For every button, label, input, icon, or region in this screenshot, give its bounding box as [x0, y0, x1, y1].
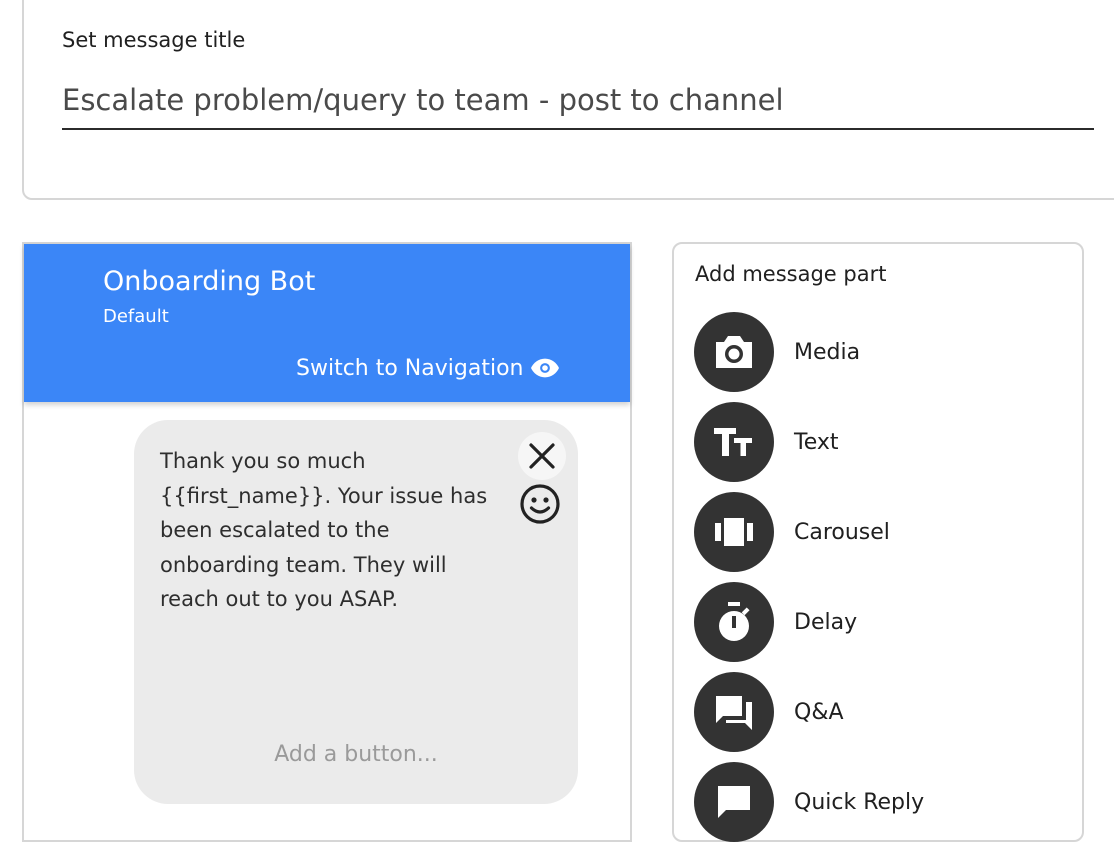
delete-message-button[interactable] — [518, 432, 566, 480]
quick-reply-part-label: Quick Reply — [794, 789, 925, 815]
eye-icon — [531, 358, 560, 378]
camera-icon — [716, 336, 752, 368]
text-part-label: Text — [794, 429, 839, 455]
add-button-link[interactable]: Add a button... — [134, 742, 578, 767]
chat-bubble-icon — [718, 786, 750, 818]
smiley-icon — [520, 484, 560, 524]
delay-part-icon-circle — [694, 582, 774, 662]
bot-preview-panel: Onboarding Bot Default Switch to Navigat… — [22, 242, 632, 842]
bot-name: Onboarding Bot — [103, 266, 316, 297]
text-part-icon-circle — [694, 402, 774, 482]
add-message-part-panel: Add message part Media Text Carousel Del… — [672, 242, 1084, 842]
add-qa-part[interactable]: Q&A — [694, 672, 1054, 752]
add-text-part[interactable]: Text — [694, 402, 1054, 482]
timer-icon — [719, 602, 750, 641]
add-delay-part[interactable]: Delay — [694, 582, 1054, 662]
media-part-icon-circle — [694, 312, 774, 392]
qa-part-label: Q&A — [794, 699, 844, 725]
carousel-part-label: Carousel — [794, 519, 890, 545]
forum-icon — [716, 696, 752, 730]
add-media-part[interactable]: Media — [694, 312, 1054, 392]
message-title-label: Set message title — [62, 28, 246, 52]
message-bubble[interactable]: Thank you so much {{first_name}}. Your i… — [134, 420, 578, 804]
add-quick-reply-part[interactable]: Quick Reply — [694, 762, 1054, 842]
add-carousel-part[interactable]: Carousel — [694, 492, 1054, 572]
carousel-part-icon-circle — [694, 492, 774, 572]
carousel-icon — [715, 518, 753, 546]
text-fields-icon — [714, 428, 752, 456]
message-title-input[interactable] — [62, 72, 1094, 130]
message-text[interactable]: Thank you so much {{first_name}}. Your i… — [160, 444, 506, 617]
delay-part-label: Delay — [794, 609, 858, 635]
switch-to-navigation-button[interactable]: Switch to Navigation — [296, 350, 560, 386]
bot-header: Onboarding Bot Default Switch to Navigat… — [24, 244, 630, 402]
switch-to-navigation-label: Switch to Navigation — [296, 355, 524, 381]
close-icon — [529, 443, 555, 469]
qa-part-icon-circle — [694, 672, 774, 752]
media-part-label: Media — [794, 339, 861, 365]
bot-profile-label: Default — [103, 306, 169, 327]
add-message-part-title: Add message part — [695, 262, 887, 286]
quick-reply-part-icon-circle — [694, 762, 774, 842]
emoji-button[interactable] — [518, 482, 562, 526]
